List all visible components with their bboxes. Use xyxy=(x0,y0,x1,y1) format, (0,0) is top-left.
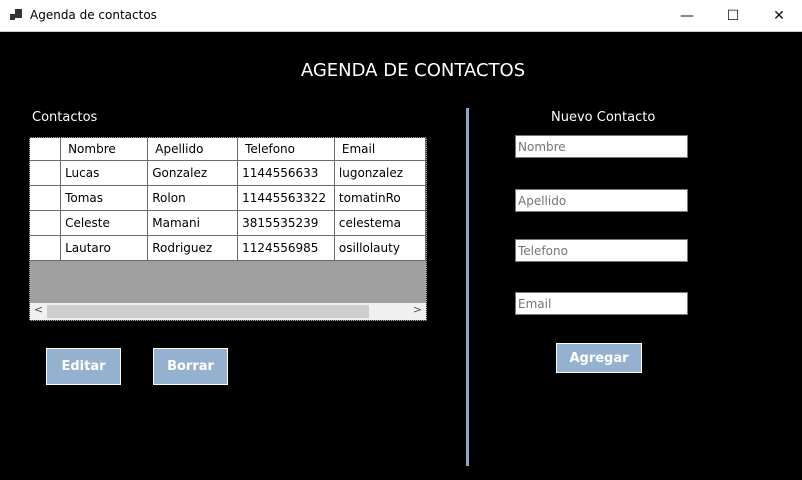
table-row[interactable]: Tomas Rolon 11445563322 tomatinRo xyxy=(30,184,426,211)
row-header[interactable] xyxy=(30,159,62,186)
table-row[interactable]: Lautaro Rodriguez 1124556985 osillolauty xyxy=(30,234,426,261)
scroll-left-arrow-icon[interactable]: < xyxy=(34,303,43,316)
column-header-apellido[interactable]: Apellido xyxy=(147,138,239,161)
cell-nombre[interactable]: Lucas xyxy=(60,159,149,186)
table-row[interactable]: Lucas Gonzalez 1144556633 lugonzalez xyxy=(30,159,426,186)
scroll-right-arrow-icon[interactable]: > xyxy=(413,303,422,316)
column-header-nombre[interactable]: Nombre xyxy=(60,138,149,161)
row-header[interactable] xyxy=(30,209,62,236)
new-contact-label: Nuevo Contacto xyxy=(551,110,656,125)
window-title: Agenda de contactos xyxy=(30,8,157,22)
cell-telefono[interactable]: 3815535239 xyxy=(237,209,335,236)
column-header-telefono[interactable]: Telefono xyxy=(237,138,335,161)
grid-header-row: Nombre Apellido Telefono Email xyxy=(30,138,426,161)
maximize-button[interactable]: ☐ xyxy=(710,0,756,31)
cell-apellido[interactable]: Rodriguez xyxy=(147,234,239,261)
cell-email[interactable]: celestema xyxy=(333,209,426,236)
close-button[interactable]: ✕ xyxy=(756,0,802,31)
page-title: AGENDA DE CONTACTOS xyxy=(300,60,526,81)
horizontal-scrollbar[interactable]: < > xyxy=(30,303,426,320)
cell-email[interactable]: osillolauty xyxy=(333,234,426,261)
row-header-corner xyxy=(30,138,62,161)
add-button[interactable]: Agregar xyxy=(556,343,642,373)
minimize-button[interactable]: — xyxy=(664,0,710,31)
cell-telefono[interactable]: 1124556985 xyxy=(237,234,335,261)
email-input[interactable] xyxy=(515,292,688,315)
cell-nombre[interactable]: Celeste xyxy=(60,209,149,236)
app-icon xyxy=(10,9,22,20)
cell-nombre[interactable]: Lautaro xyxy=(60,234,149,261)
column-header-email[interactable]: Email xyxy=(333,138,426,161)
cell-apellido[interactable]: Mamani xyxy=(147,209,239,236)
table-row[interactable]: Celeste Mamani 3815535239 celestema xyxy=(30,209,426,236)
contacts-label: Contactos xyxy=(32,110,98,125)
edit-button[interactable]: Editar xyxy=(46,348,121,385)
cell-email[interactable]: tomatinRo xyxy=(333,184,426,211)
apellido-input[interactable] xyxy=(515,189,688,212)
title-bar: Agenda de contactos — ☐ ✕ xyxy=(0,0,802,32)
cell-email[interactable]: lugonzalez xyxy=(333,159,426,186)
nombre-input[interactable] xyxy=(515,135,688,158)
contacts-grid[interactable]: Nombre Apellido Telefono Email Lucas Gonz… xyxy=(29,137,427,321)
cell-apellido[interactable]: Rolon xyxy=(147,184,239,211)
cell-nombre[interactable]: Tomas xyxy=(60,184,149,211)
cell-telefono[interactable]: 1144556633 xyxy=(237,159,335,186)
delete-button[interactable]: Borrar xyxy=(153,348,228,385)
row-header[interactable] xyxy=(30,234,62,261)
divider xyxy=(466,108,469,466)
cell-apellido[interactable]: Gonzalez xyxy=(147,159,239,186)
cell-telefono[interactable]: 11445563322 xyxy=(237,184,335,211)
row-header[interactable] xyxy=(30,184,62,211)
telefono-input[interactable] xyxy=(515,239,688,262)
scrollbar-thumb[interactable] xyxy=(47,305,369,318)
